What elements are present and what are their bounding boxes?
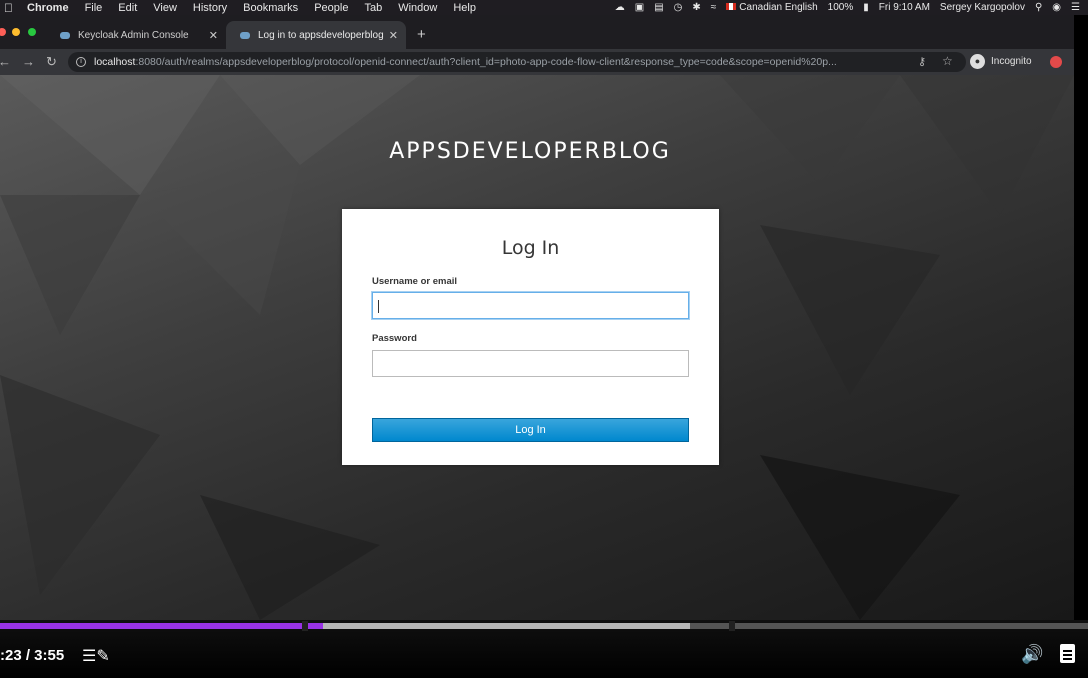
bookmark-star-icon[interactable]: ☆: [942, 54, 953, 68]
page-content: APPSDEVELOPERBLOG Log In Username or ema…: [0, 75, 1074, 620]
display-icon[interactable]: ▤: [654, 2, 663, 13]
new-tab-icon[interactable]: +: [417, 26, 426, 43]
input-source-label: Canadian English: [739, 2, 818, 13]
menu-edit[interactable]: Edit: [118, 2, 137, 14]
site-info-icon[interactable]: i: [76, 57, 86, 67]
menu-tab[interactable]: Tab: [364, 2, 382, 14]
login-button[interactable]: Log In: [372, 418, 689, 442]
menu-history[interactable]: History: [193, 2, 227, 14]
chapter-marker: [729, 621, 735, 631]
spotlight-search-icon[interactable]: ⚲: [1035, 2, 1042, 13]
forward-arrow-icon[interactable]: →: [22, 54, 35, 69]
username-label: Username or email: [372, 276, 458, 287]
menu-window[interactable]: Window: [398, 2, 437, 14]
close-tab-icon[interactable]: ✕: [389, 29, 398, 42]
password-label: Password: [372, 333, 417, 344]
screen-record-icon[interactable]: ▣: [635, 2, 644, 13]
realm-title: APPSDEVELOPERBLOG: [389, 139, 671, 164]
playback-time: :23 / 3:55: [0, 647, 65, 664]
incognito-label: Incognito: [991, 56, 1032, 67]
extension-icon[interactable]: [1050, 56, 1062, 68]
video-player-controls: :23 / 3:55 ☰✎ 🔊: [0, 620, 1088, 678]
docker-icon[interactable]: ☁: [615, 2, 625, 13]
address-bar[interactable]: i localhost:8080/auth/realms/appsdevelop…: [68, 52, 966, 72]
tab-title: Log in to appsdeveloperblog: [258, 29, 384, 41]
reload-icon[interactable]: ↻: [46, 54, 57, 70]
tab-strip: Keycloak Admin Console ✕ Log in to appsd…: [0, 15, 1074, 49]
menu-people[interactable]: People: [314, 2, 348, 14]
played-progress: [0, 623, 324, 629]
menu-view[interactable]: View: [153, 2, 177, 14]
tab-login[interactable]: Log in to appsdeveloperblog ✕: [226, 21, 406, 49]
incognito-indicator[interactable]: ● Incognito: [970, 54, 1032, 69]
user-name[interactable]: Sergey Kargopolov: [940, 2, 1025, 13]
tab-keycloak-admin[interactable]: Keycloak Admin Console ✕: [46, 21, 226, 49]
battery-status[interactable]: 100%: [828, 2, 854, 13]
chapter-marker: [302, 621, 308, 631]
time-machine-icon[interactable]: ◷: [674, 2, 683, 13]
volume-icon[interactable]: 🔊: [1021, 644, 1043, 665]
progress-bar[interactable]: [0, 621, 1088, 631]
close-window-icon[interactable]: [0, 28, 6, 36]
password-input[interactable]: [372, 350, 689, 377]
apple-icon[interactable]: : [4, 1, 13, 15]
menu-help[interactable]: Help: [453, 2, 476, 14]
incognito-icon: ●: [970, 54, 985, 69]
menu-app-name[interactable]: Chrome: [27, 2, 69, 14]
macos-menu-bar:  Chrome File Edit View History Bookmark…: [0, 0, 1088, 15]
bluetooth-icon[interactable]: ✱: [692, 2, 700, 13]
notes-icon[interactable]: ☰✎: [82, 646, 110, 666]
zoom-window-icon[interactable]: [28, 28, 36, 36]
keycloak-favicon-icon: [60, 31, 70, 39]
login-card: Log In Username or email Password Log In: [342, 209, 719, 465]
close-tab-icon[interactable]: ✕: [209, 29, 218, 42]
notification-center-icon[interactable]: ☰: [1071, 2, 1080, 13]
back-arrow-icon[interactable]: ←: [0, 54, 11, 69]
wifi-icon[interactable]: ≈: [711, 2, 717, 13]
menu-file[interactable]: File: [85, 2, 103, 14]
browser-toolbar: ← → ↻ i localhost:8080/auth/realms/appsd…: [0, 49, 1074, 75]
tab-title: Keycloak Admin Console: [78, 29, 189, 41]
text-caret: [378, 300, 379, 313]
transcript-icon[interactable]: [1060, 644, 1075, 663]
username-input[interactable]: [372, 292, 689, 319]
login-heading: Log In: [501, 237, 560, 259]
input-source[interactable]: Canadian English: [726, 2, 818, 13]
url-host: localhost: [94, 56, 136, 68]
canada-flag-icon: [726, 3, 737, 10]
key-icon[interactable]: ⚷: [918, 55, 926, 68]
siri-icon[interactable]: ◉: [1052, 2, 1061, 13]
url-path: :8080/auth/realms/appsdeveloperblog/prot…: [135, 56, 837, 68]
keycloak-favicon-icon: [240, 31, 250, 39]
menu-bookmarks[interactable]: Bookmarks: [243, 2, 298, 14]
minimize-window-icon[interactable]: [12, 28, 20, 36]
clock[interactable]: Fri 9:10 AM: [879, 2, 930, 13]
battery-icon: ▮: [863, 2, 869, 13]
